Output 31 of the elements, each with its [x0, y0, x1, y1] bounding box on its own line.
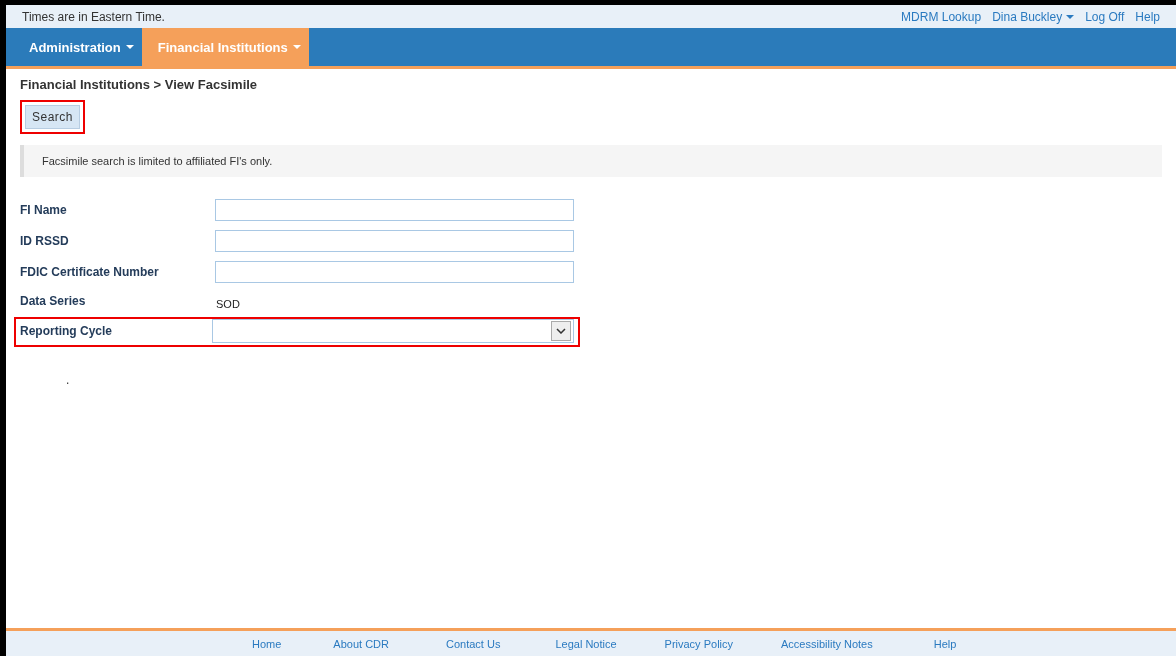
field-label: ID RSSD — [20, 234, 70, 248]
dot-mark: . — [66, 373, 71, 387]
chevron-down-icon — [551, 321, 571, 341]
input-field[interactable] — [214, 230, 574, 252]
caret-icon — [125, 45, 134, 49]
dropdown-field[interactable] — [211, 319, 574, 343]
footer-link[interactable]: About CDR — [333, 637, 389, 650]
footer-link[interactable]: Accessibility Notes — [781, 637, 873, 650]
field-label: Reporting Cycle — [20, 324, 113, 338]
field-label: Data Series — [20, 294, 87, 308]
top-link[interactable]: MDRM Lookup — [901, 9, 982, 24]
footer-link[interactable]: Contact Us — [446, 637, 501, 650]
footer-link[interactable]: Privacy Policy — [664, 637, 734, 650]
footer-link[interactable]: Help — [933, 637, 957, 650]
input-field[interactable] — [214, 261, 574, 283]
input-field[interactable] — [214, 199, 574, 221]
nav-tab[interactable]: Administration — [13, 28, 142, 66]
nav-tab[interactable]: Financial Institutions — [141, 28, 309, 66]
top-link[interactable]: Log Off — [1085, 9, 1125, 24]
caret-icon — [292, 45, 301, 49]
field-value: SOD — [216, 297, 240, 310]
field-label: FI Name — [20, 203, 68, 217]
search-button[interactable]: Search — [25, 105, 81, 129]
breadcrumb: Financial Institutions > View Facsimile — [20, 77, 259, 92]
footer-link[interactable]: Home — [252, 637, 282, 650]
field-label: FDIC Certificate Number — [20, 265, 160, 279]
info-message: Facsimile search is limited to affiliated FI's only. — [20, 145, 1162, 177]
top-link[interactable]: Help — [1135, 9, 1160, 24]
footer-link[interactable]: Legal Notice — [555, 637, 617, 650]
user-menu-link[interactable]: Dina Buckley — [992, 9, 1075, 24]
timezone-notice: Times are in Eastern Time. — [22, 9, 165, 24]
